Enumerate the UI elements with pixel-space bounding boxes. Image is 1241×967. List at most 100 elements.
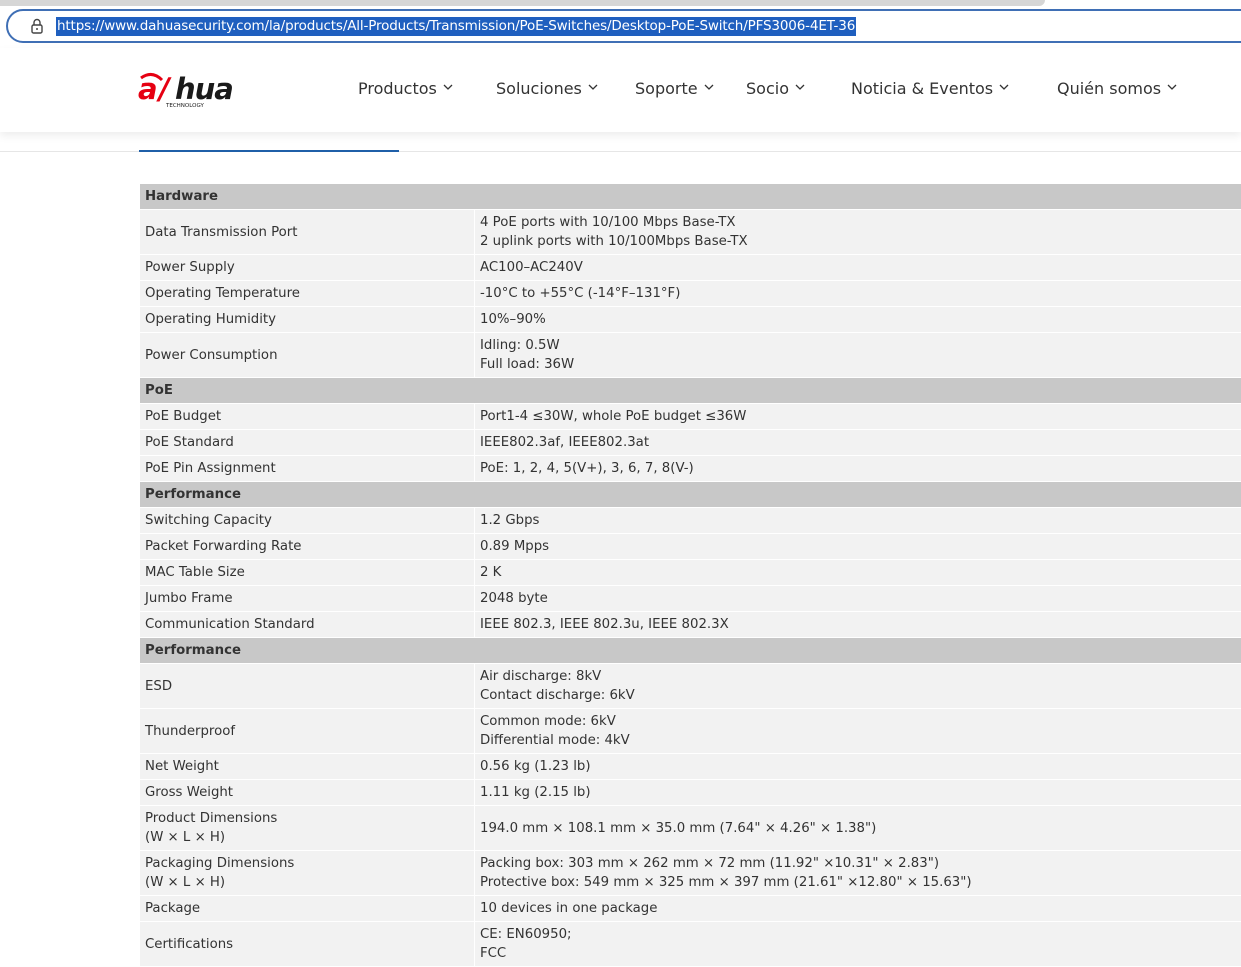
spec-label: Power Supply [140,255,475,281]
spec-row: Package 10 devices in one package [140,896,1241,922]
nav-productos[interactable]: Productos [358,78,453,100]
spec-label-line: Packaging Dimensions [145,856,295,871]
spec-label: Data Transmission Port [140,210,475,255]
spec-label: Gross Weight [140,780,475,806]
spec-label-line: Operating Temperature [145,286,300,301]
spec-value-line: Differential mode: 4kV [480,733,630,748]
spec-value-line: 4 PoE ports with 10/100 Mbps Base-TX [480,215,736,230]
section-title: PoE [140,378,1241,404]
spec-label-line: Power Consumption [145,347,278,363]
spec-label-line: Packet Forwarding Rate [145,539,302,554]
spec-label-line: Net Weight [145,759,219,774]
spec-table: Hardware Data Transmission Port 4 PoE port… [140,184,1241,967]
chevron-down-icon [704,84,714,90]
spec-value-line: Port1-4 ≤30W, whole PoE budget ≤36W [480,409,747,424]
spec-label-line: Jumbo Frame [145,591,233,606]
spec-row: Operating Humidity 10%–90% [140,307,1241,333]
spec-row: Gross Weight 1.11 kg (2.15 lb) [140,780,1241,806]
spec-value: Packing box: 303 mm × 262 mm × 72 mm (11… [475,851,1241,896]
chevron-down-icon [795,84,805,90]
spec-label: Operating Temperature [140,281,475,307]
spec-row: Communication Standard IEEE 802.3, IEEE 8… [140,612,1241,638]
spec-value-line: -10°C to +55°C (-14°F–131°F) [480,286,681,301]
spec-value-line: Packing box: 303 mm × 262 mm × 72 mm (11… [480,856,940,871]
spec-value-line: 2 K [480,565,502,580]
spec-label-line: Certifications [145,936,234,952]
spec-label: PoE Standard [140,430,475,456]
spec-value-line: AC100–AC240V [480,260,583,275]
spec-value-line: 0.89 Mpps [480,539,550,554]
lock-icon[interactable] [28,17,46,35]
section-title: Performance [140,638,1241,664]
spec-value-line: CE: EN60950; [480,927,572,942]
spec-value-line: IEEE 802.3, IEEE 802.3u, IEEE 802.3X [480,617,729,632]
browser-toolbar: https://www.dahuasecurity.com/la/product… [0,0,1241,48]
spec-label: PoE Pin Assignment [140,456,475,482]
nav-label: Soporte [635,79,698,98]
spec-value: CE: EN60950; FCC [475,922,1241,967]
spec-value: Air discharge: 8kV Contact discharge: 6kV [475,664,1241,709]
spec-value-line: 194.0 mm × 108.1 mm × 35.0 mm (7.64" × 4… [480,820,877,836]
section-header-row: Performance [140,638,1241,664]
spec-value: 2048 byte [475,586,1241,612]
nav-label: Productos [358,79,437,98]
spec-label-line: PoE Pin Assignment [145,461,276,476]
spec-value-line: 1.11 kg (2.15 lb) [480,785,591,800]
spec-value: 0.56 kg (1.23 lb) [475,754,1241,780]
spec-value: 10 devices in one package [475,896,1241,922]
spec-row: Packet Forwarding Rate 0.89 Mpps [140,534,1241,560]
nav-soluciones[interactable]: Soluciones [496,78,598,100]
spec-row: Power Consumption Idling: 0.5W Full load: … [140,333,1241,378]
spec-label: PoE Budget [140,404,475,430]
main-nav: Productos Soluciones Soporte Socio Notic… [0,48,1241,132]
spec-label-line: PoE Standard [145,435,234,450]
spec-row: PoE Standard IEEE802.3af, IEEE802.3at [140,430,1241,456]
section-header-row: PoE [140,378,1241,404]
nav-socio[interactable]: Socio [746,78,805,100]
spec-row: PoE Budget Port1-4 ≤30W, whole PoE budget… [140,404,1241,430]
section-header-row: Hardware [140,184,1241,210]
nav-quien-somos[interactable]: Quién somos [1057,78,1177,100]
spec-label-line: Product Dimensions [145,811,278,826]
spec-value-line: 2048 byte [480,591,548,606]
spec-label: Power Consumption [140,333,475,378]
spec-row: Product Dimensions (W × L × H) 194.0 mm × … [140,806,1241,851]
chevron-down-icon [1167,84,1177,90]
spec-label-line: MAC Table Size [145,565,245,580]
spec-value: Idling: 0.5W Full load: 36W [475,333,1241,378]
spec-label: Jumbo Frame [140,586,475,612]
spec-row: Thunderproof Common mode: 6kV Differential… [140,709,1241,754]
nav-noticia-eventos[interactable]: Noticia & Eventos [851,78,1009,100]
spec-value-line: Common mode: 6kV [480,714,616,729]
spec-value: 194.0 mm × 108.1 mm × 35.0 mm (7.64" × 4… [475,806,1241,851]
spec-row: Net Weight 0.56 kg (1.23 lb) [140,754,1241,780]
nav-soporte[interactable]: Soporte [635,78,714,100]
spec-label: Packaging Dimensions (W × L × H) [140,851,475,896]
active-tab-indicator [139,150,399,152]
spec-value: IEEE 802.3, IEEE 802.3u, IEEE 802.3X [475,612,1241,638]
spec-label-line: (W × L × H) [145,875,226,890]
spec-row: Data Transmission Port 4 PoE ports with 1… [140,210,1241,255]
spec-value-line: 2 uplink ports with 10/100Mbps Base-TX [480,234,748,249]
spec-label-line: ESD [145,678,173,694]
spec-value: -10°C to +55°C (-14°F–131°F) [475,281,1241,307]
spec-row: Switching Capacity 1.2 Gbps [140,508,1241,534]
tab-strip [0,0,1045,6]
spec-value-line: 1.2 Gbps [480,513,540,528]
nav-label: Soluciones [496,79,582,98]
spec-value-line: Idling: 0.5W [480,338,560,353]
spec-value-line: Contact discharge: 6kV [480,688,635,703]
spec-value: 1.2 Gbps [475,508,1241,534]
spec-label-line: Thunderproof [145,723,236,739]
address-bar[interactable]: https://www.dahuasecurity.com/la/product… [6,9,1241,43]
spec-label: Net Weight [140,754,475,780]
url-text[interactable]: https://www.dahuasecurity.com/la/product… [56,17,857,36]
spec-label: Certifications [140,922,475,967]
spec-label: Package [140,896,475,922]
spec-value-line: 0.56 kg (1.23 lb) [480,759,591,774]
spec-value-line: Air discharge: 8kV [480,669,602,684]
chevron-down-icon [999,84,1009,90]
spec-value: IEEE802.3af, IEEE802.3at [475,430,1241,456]
spec-label: Switching Capacity [140,508,475,534]
spec-label-line: PoE Budget [145,409,222,424]
